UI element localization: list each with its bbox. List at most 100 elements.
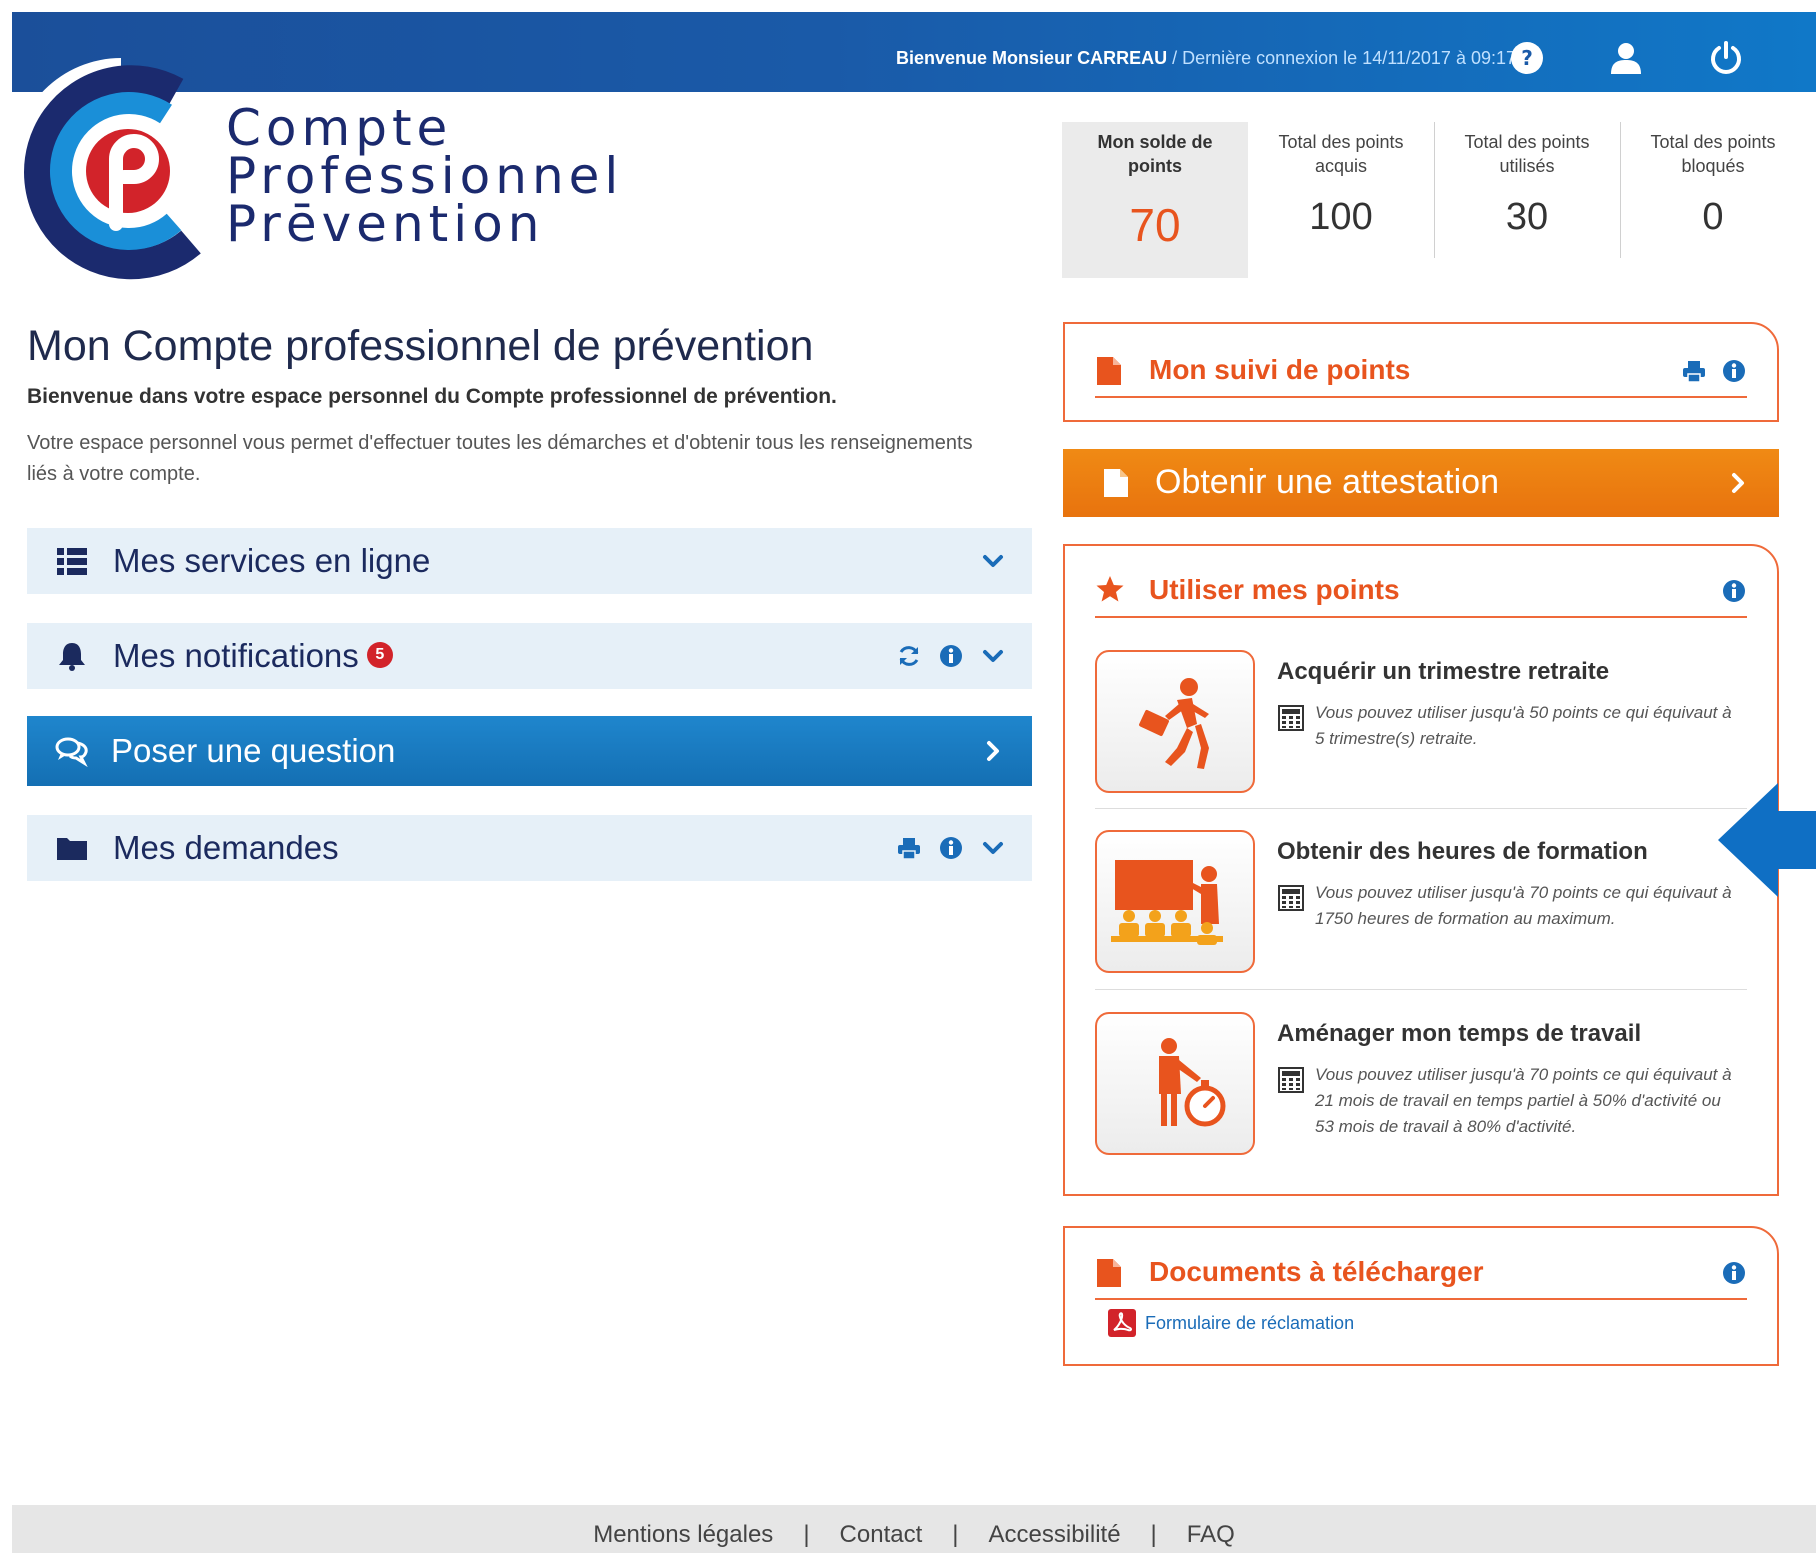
document-icon xyxy=(1104,469,1128,497)
login-info: Bienvenue Monsieur CARREAU / Dernière co… xyxy=(896,48,1516,69)
svg-text:?: ? xyxy=(1521,46,1533,70)
accordion-notifications[interactable]: Mes notifications 5 xyxy=(27,623,1032,689)
stat-label: Total des points acquis xyxy=(1278,132,1404,176)
stat-label: Total des points utilisés xyxy=(1464,132,1590,176)
calculator-icon xyxy=(1278,885,1304,911)
chevron-right-icon[interactable] xyxy=(980,738,1006,764)
formation-tile[interactable] xyxy=(1095,830,1255,973)
chat-bubbles-icon xyxy=(55,737,88,767)
info-icon[interactable] xyxy=(1721,578,1747,604)
document-icon xyxy=(1097,1259,1121,1287)
logo-mark xyxy=(13,54,226,284)
chevron-down-icon[interactable] xyxy=(980,643,1006,669)
footer-link-accessibilite[interactable]: Accessibilité xyxy=(989,1521,1121,1548)
power-icon[interactable] xyxy=(1708,40,1744,76)
use-item-text: Vous pouvez utiliser jusqu'à 70 points c… xyxy=(1315,883,1732,928)
page-description: Votre espace personnel vous permet d'eff… xyxy=(27,432,973,485)
user-icon[interactable] xyxy=(1608,40,1644,76)
stat-value: 70 xyxy=(1129,199,1181,251)
footer-separator: | xyxy=(803,1521,810,1548)
divider xyxy=(1095,989,1747,990)
help-icon[interactable]: ? xyxy=(1509,40,1545,76)
panel-header: Documents à télécharger xyxy=(1095,1238,1747,1300)
reclamation-form-link[interactable]: Formulaire de réclamation xyxy=(1107,1308,1354,1338)
footer-links: Mentions légales | Contact | Accessibilité | F… xyxy=(12,1521,1816,1549)
logo-line-1: Compte xyxy=(226,99,453,157)
info-icon[interactable] xyxy=(938,643,964,669)
footer-link-contact[interactable]: Contact xyxy=(840,1521,923,1548)
stat-value: 30 xyxy=(1505,196,1549,238)
bell-icon xyxy=(59,643,85,671)
footer-separator: | xyxy=(952,1521,959,1548)
panel-header: Utiliser mes points xyxy=(1095,556,1747,618)
footer: Mentions légales | Contact | Accessibilité | F… xyxy=(12,1505,1816,1553)
ask-question-button[interactable]: Poser une question xyxy=(27,716,1032,786)
walking-worker-icon xyxy=(1139,678,1209,769)
chevron-down-icon[interactable] xyxy=(980,835,1006,861)
retraite-tile[interactable] xyxy=(1095,650,1255,793)
footer-link-mentions[interactable]: Mentions légales xyxy=(593,1521,773,1548)
footer-link-faq[interactable]: FAQ xyxy=(1187,1521,1235,1548)
temps-travail-tile[interactable] xyxy=(1095,1012,1255,1155)
training-class-icon xyxy=(1111,860,1223,945)
accordion-label: Mes services en ligne xyxy=(113,542,431,579)
panel-documents: Documents à télécharger Formulaire de ré… xyxy=(1063,1226,1779,1366)
star-icon xyxy=(1096,576,1124,602)
folder-icon xyxy=(57,838,87,860)
use-item-title[interactable]: Aménager mon temps de travail xyxy=(1277,1020,1641,1048)
points-summary: Mon solde de points 70 Total des points … xyxy=(1062,122,1816,278)
accordion-label: Mes demandes xyxy=(113,829,339,866)
use-item-title[interactable]: Obtenir des heures de formation xyxy=(1277,838,1648,866)
stat-used: Total des points utilisés 30 xyxy=(1434,122,1620,278)
panel-title: Mon suivi de points xyxy=(1149,354,1411,385)
stat-blocked: Total des points bloqués 0 xyxy=(1620,122,1806,278)
accordion-services[interactable]: Mes services en ligne xyxy=(27,528,1032,594)
use-item-temps-travail: Aménager mon temps de travail Vous pouve… xyxy=(1095,996,1747,1176)
panel-title: Documents à télécharger xyxy=(1149,1256,1484,1287)
logo-line-2: Professionnel xyxy=(226,147,624,205)
pointer-arrow-icon xyxy=(1718,783,1816,897)
attestation-label: Obtenir une attestation xyxy=(1155,463,1500,501)
print-icon[interactable] xyxy=(1681,358,1707,384)
welcome-text: Bienvenue Monsieur CARREAU xyxy=(896,48,1168,68)
stat-label: Mon solde de points xyxy=(1097,132,1213,176)
stat-value: 100 xyxy=(1309,196,1373,238)
attestation-button[interactable]: Obtenir une attestation xyxy=(1063,449,1779,517)
logo-line-3: Prēvention xyxy=(226,195,545,253)
chevron-down-icon[interactable] xyxy=(980,548,1006,574)
stat-label: Total des points bloqués xyxy=(1650,132,1776,176)
logo-text: Compte Professionnel Prēvention xyxy=(226,99,624,253)
info-icon[interactable] xyxy=(1721,1260,1747,1286)
use-item-formation: Obtenir des heures de formation Vous pou… xyxy=(1095,814,1747,994)
list-icon xyxy=(57,548,87,575)
panel-suivi-points: Mon suivi de points xyxy=(1063,322,1779,422)
print-icon[interactable] xyxy=(896,835,922,861)
logo: Compte Professionnel Prēvention xyxy=(13,54,716,284)
footer-separator: | xyxy=(1150,1521,1157,1548)
info-icon[interactable] xyxy=(1721,358,1747,384)
accordion-label: Mes notifications 5 xyxy=(113,637,393,675)
stat-value: 0 xyxy=(1702,196,1724,238)
calculator-icon xyxy=(1278,1067,1304,1093)
accordion-demandes[interactable]: Mes demandes xyxy=(27,815,1032,881)
stopwatch-worker-icon xyxy=(1159,1038,1226,1127)
stat-balance: Mon solde de points 70 xyxy=(1062,122,1248,278)
info-icon[interactable] xyxy=(938,835,964,861)
chevron-right-icon xyxy=(1732,473,1744,493)
panel-header[interactable]: Mon suivi de points xyxy=(1095,336,1747,398)
reclamation-form-label: Formulaire de réclamation xyxy=(1145,1312,1355,1333)
pdf-icon xyxy=(1108,1309,1136,1337)
refresh-icon[interactable] xyxy=(896,643,922,669)
use-item-text: Vous pouvez utiliser jusqu'à 50 points c… xyxy=(1315,703,1732,748)
divider xyxy=(1095,808,1747,809)
stat-acquired: Total des points acquis 100 xyxy=(1248,122,1434,278)
use-item-retraite: Acquérir un trimestre retraite Vous pouv… xyxy=(1095,634,1747,814)
document-icon xyxy=(1097,357,1121,385)
notifications-count-badge: 5 xyxy=(366,642,393,669)
welcome-lead: Bienvenue dans votre espace personnel du… xyxy=(27,385,837,408)
panel-utiliser-points: Utiliser mes points Acquérir un trimestr… xyxy=(1063,544,1779,1196)
panel-title: Utiliser mes points xyxy=(1149,574,1400,605)
accordion-label: Poser une question xyxy=(111,732,396,769)
page-title: Mon Compte professionnel de prévention xyxy=(27,322,814,370)
use-item-title[interactable]: Acquérir un trimestre retraite xyxy=(1277,658,1609,686)
